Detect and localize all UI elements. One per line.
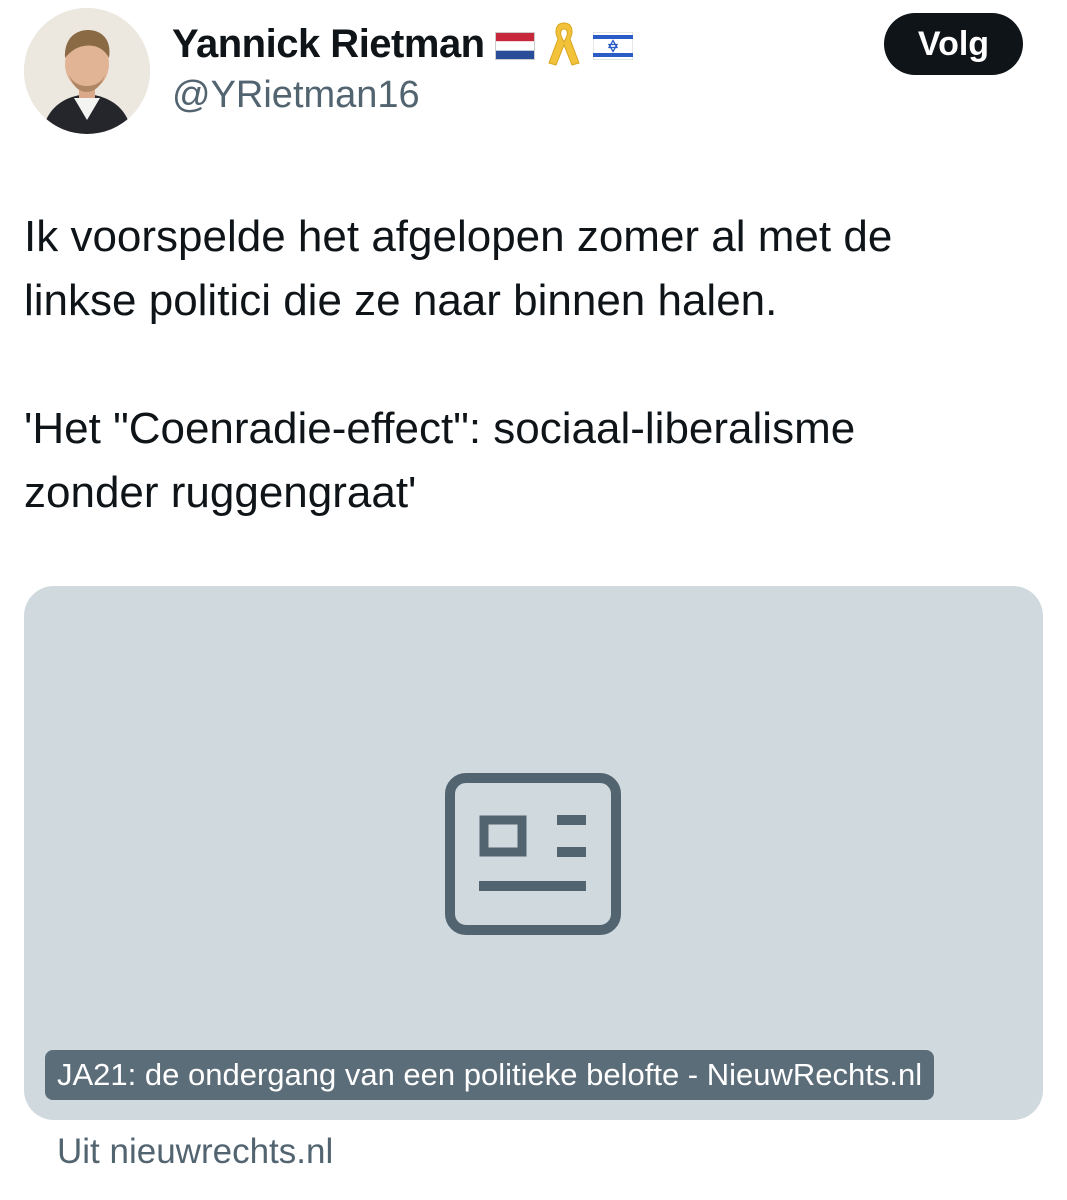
article-placeholder-icon [445,773,621,935]
tweet-paragraph: Ik voorspelde het afgelopen zomer al met… [24,212,893,325]
yellow-ribbon-icon [545,19,583,69]
link-card-source[interactable]: Uit nieuwrechts.nl [57,1132,333,1172]
israel-flag-icon [592,31,634,61]
author-handle[interactable]: @YRietman16 [172,74,420,117]
tweet-text: Ik voorspelde het afgelopen zomer al met… [24,205,1044,525]
tweet: Yannick Rietman @YRietman16 Volg Ik voor… [0,0,1067,1200]
link-card-title: JA21: de ondergang van een politieke bel… [45,1050,935,1100]
tweet-paragraph: 'Het "Coenradie-effect": sociaal-liberal… [24,404,856,517]
author-display-name[interactable]: Yannick Rietman [172,22,485,67]
follow-button[interactable]: Volg [884,13,1023,75]
avatar[interactable] [24,8,150,134]
link-card[interactable]: JA21: de ondergang van een politieke bel… [24,586,1043,1120]
author-name-row: Yannick Rietman [172,19,634,69]
netherlands-flag-icon [494,32,535,60]
avatar-photo [24,8,150,134]
